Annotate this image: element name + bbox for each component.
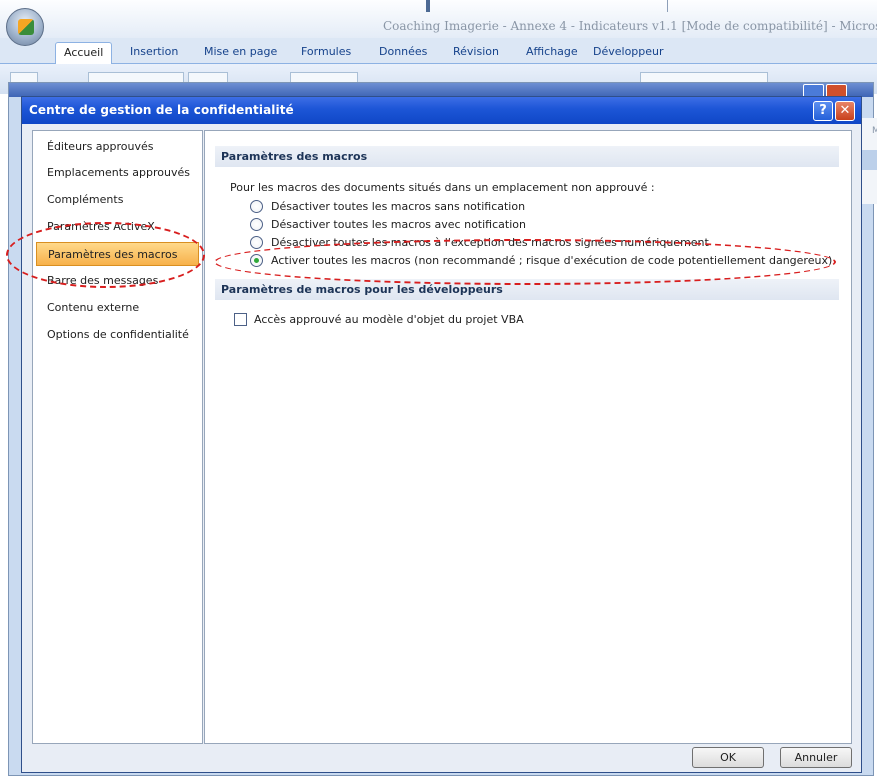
nav-item-complements[interactable]: Compléments (36, 188, 199, 212)
radio-button-checked[interactable] (250, 254, 263, 267)
nav-item-emplacements-approuves[interactable]: Emplacements approuvés (36, 161, 199, 185)
nav-item-parametres-macros[interactable]: Paramètres des macros (36, 242, 199, 266)
macro-settings-header: Paramètres des macros (215, 146, 839, 167)
help-icon: ? (819, 103, 827, 118)
tab-donnees[interactable]: Données (371, 42, 435, 64)
close-button[interactable]: ✕ (835, 101, 855, 121)
help-button[interactable]: ? (813, 101, 833, 121)
close-icon: ✕ (839, 103, 851, 118)
tab-accueil[interactable]: Accueil (55, 42, 113, 64)
cancel-button[interactable]: Annuler (780, 747, 852, 768)
vba-access-label: Accès approuvé au modèle d'objet du proj… (254, 313, 524, 326)
ok-button[interactable]: OK (692, 747, 764, 768)
dialog-title: Centre de gestion de la confidentialité (29, 103, 294, 117)
tab-formules[interactable]: Formules (293, 42, 359, 64)
titlebar-separator (426, 0, 430, 12)
excel-titlebar: Coaching Imagerie - Annexe 4 - Indicateu… (0, 0, 877, 38)
titlebar-separator (667, 0, 668, 12)
tab-revision[interactable]: Révision (445, 42, 507, 64)
tab-developpeur[interactable]: Développeur (585, 42, 672, 64)
settings-panel: Paramètres des macros Pour les macros de… (204, 130, 852, 744)
developer-settings-header: Paramètres de macros pour les développeu… (215, 279, 839, 300)
office-logo-icon (18, 19, 34, 35)
radio-button[interactable] (250, 236, 263, 249)
ribbon-tabs: Accueil Insertion Mise en page Formules … (0, 38, 877, 64)
nav-item-parametres-activex[interactable]: Paramètres ActiveX (36, 215, 199, 239)
trust-center-dialog: Centre de gestion de la confidentialité … (21, 96, 862, 773)
nav-item-options-confidentialite[interactable]: Options de confidentialité (36, 323, 199, 347)
excel-options-titlebar (9, 83, 873, 98)
excel-window-title: Coaching Imagerie - Annexe 4 - Indicateu… (383, 19, 877, 33)
macro-settings-intro: Pour les macros des documents situés dan… (230, 181, 655, 194)
radio-button[interactable] (250, 200, 263, 213)
nav-item-editeurs-approuves[interactable]: Éditeurs approuvés (36, 135, 199, 159)
category-nav: Éditeurs approuvés Emplacements approuvé… (32, 130, 203, 744)
tab-mise-en-page[interactable]: Mise en page (196, 42, 285, 64)
strip-letter: M (872, 126, 877, 136)
vba-access-checkbox[interactable] (234, 313, 247, 326)
nav-item-barre-messages[interactable]: Barre des messages (36, 269, 199, 293)
radio-button[interactable] (250, 218, 263, 231)
tab-affichage[interactable]: Affichage (518, 42, 586, 64)
tab-insertion[interactable]: Insertion (122, 42, 186, 64)
nav-item-contenu-externe[interactable]: Contenu externe (36, 296, 199, 320)
dialog-titlebar: Centre de gestion de la confidentialité … (22, 97, 861, 124)
office-button[interactable] (6, 8, 44, 46)
